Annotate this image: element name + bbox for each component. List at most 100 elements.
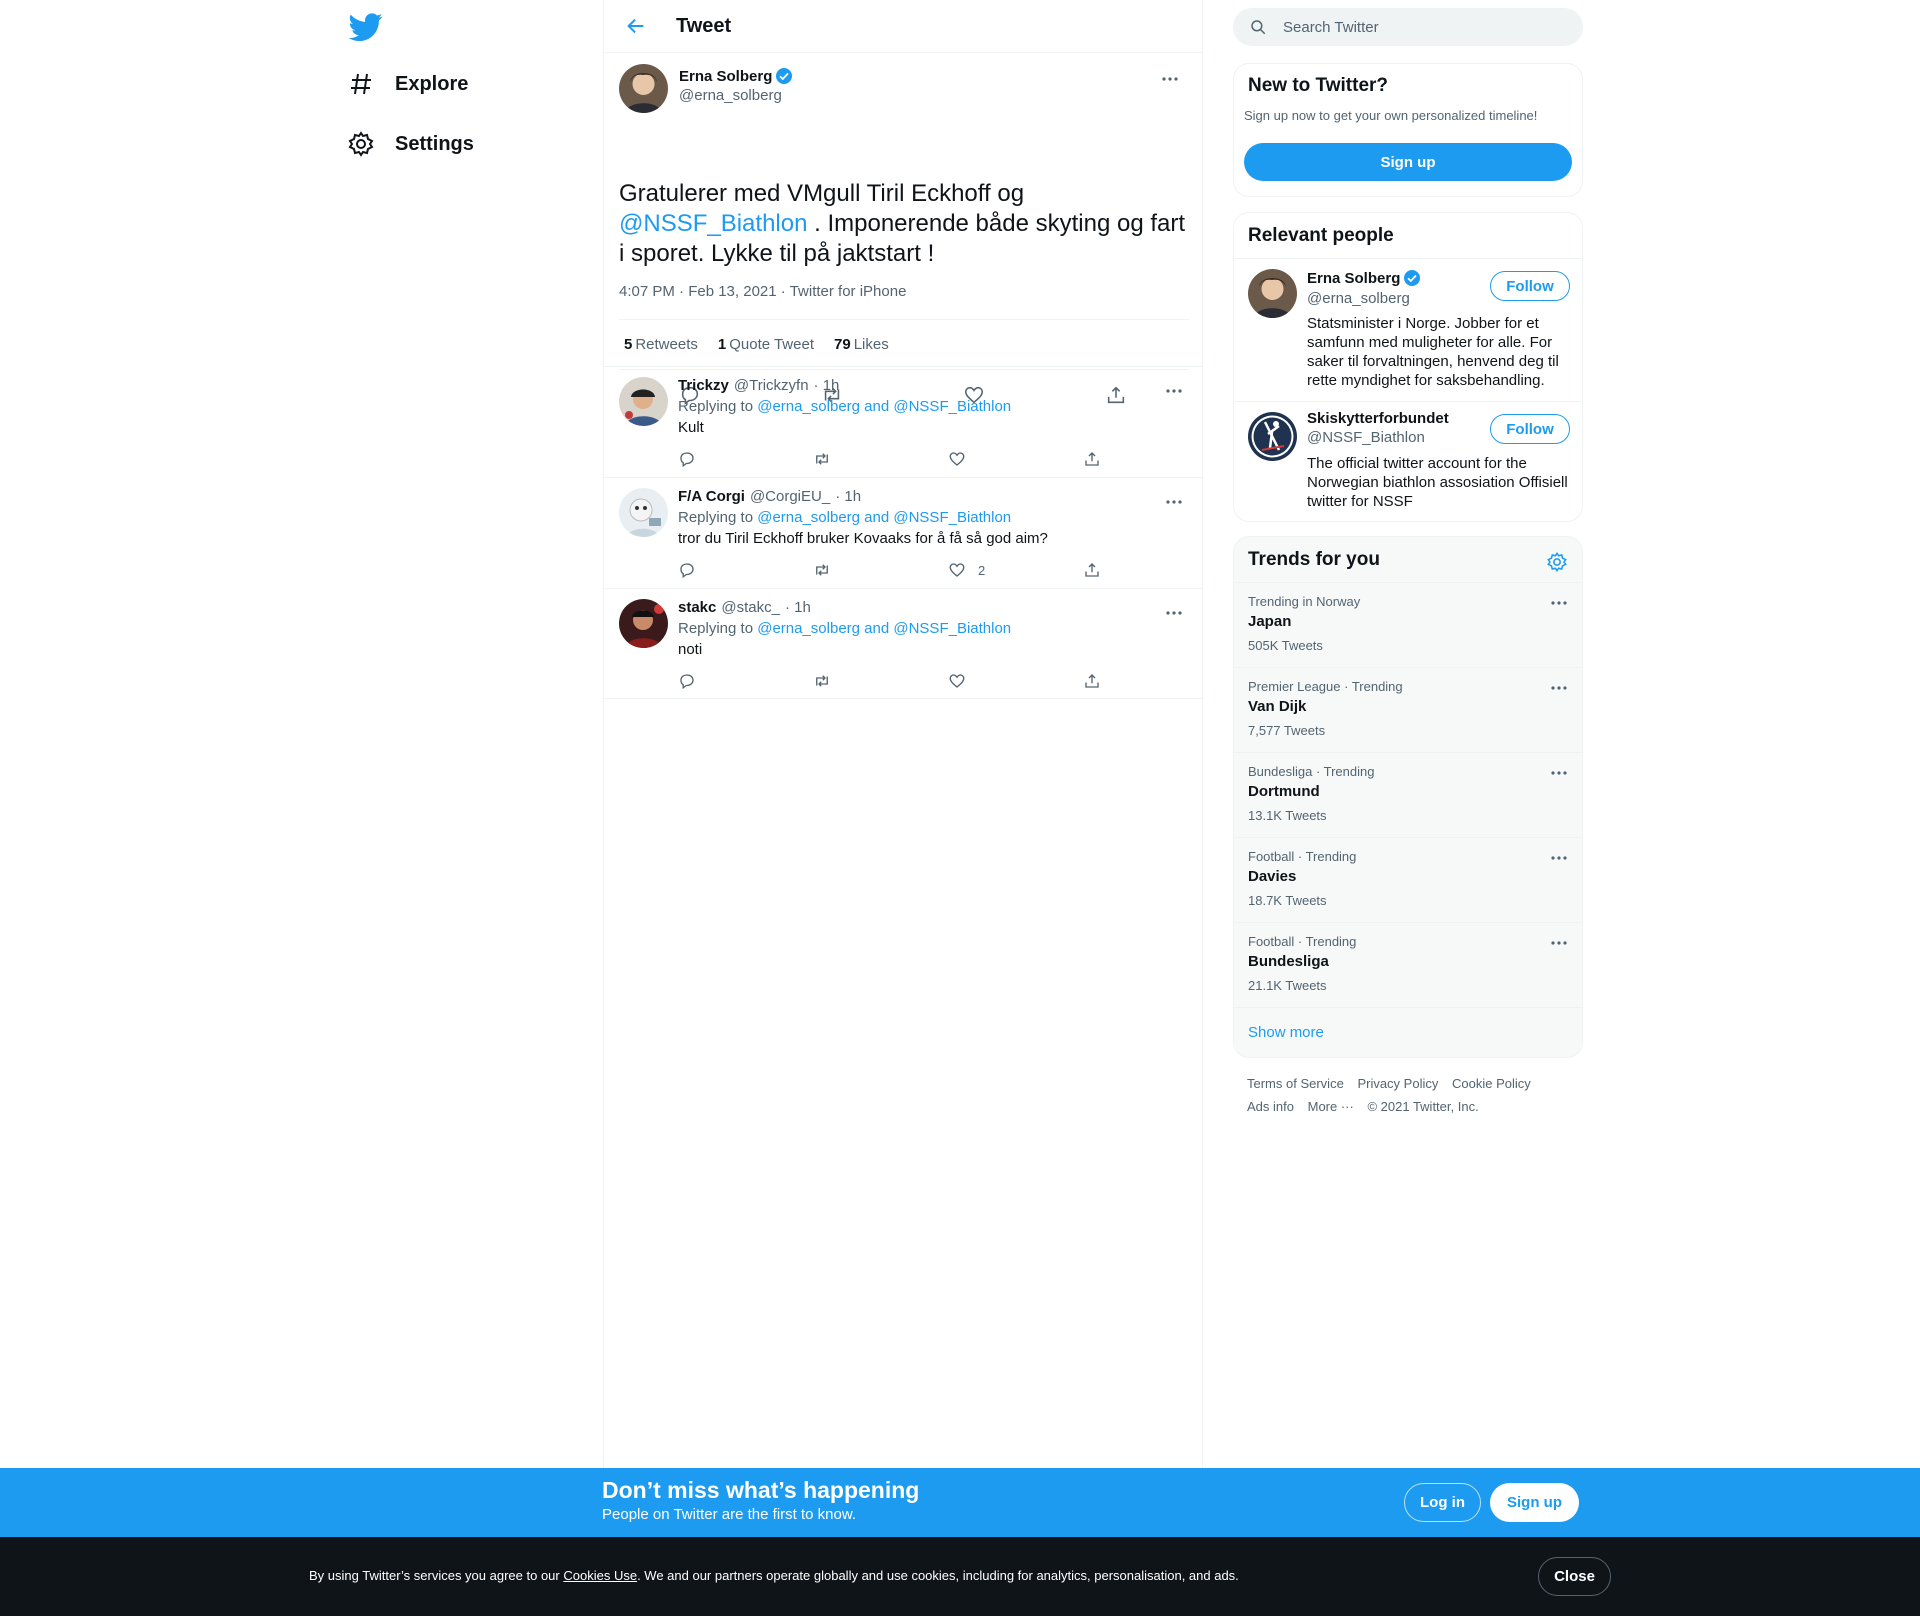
person-handle[interactable]: @NSSF_Biathlon — [1307, 429, 1425, 446]
like-button[interactable] — [948, 449, 1083, 469]
privacy-link[interactable]: Privacy Policy — [1357, 1076, 1438, 1091]
reply-author-handle[interactable]: @stakc_ — [721, 599, 780, 616]
verified-badge-icon — [775, 67, 793, 85]
quotes-stat[interactable]: 1 Quote Tweet — [718, 336, 814, 353]
terms-link[interactable]: Terms of Service — [1247, 1076, 1344, 1091]
trend-item[interactable]: Football · Trending Davies 18.7K Tweets — [1234, 837, 1582, 922]
heart-icon — [949, 452, 965, 466]
trend-item[interactable]: Bundesliga · Trending Dortmund 13.1K Twe… — [1234, 752, 1582, 837]
person-item[interactable]: Skiskytterforbundet @NSSF_Biathlon Follo… — [1234, 401, 1582, 521]
reply-time[interactable]: · 1h — [814, 377, 840, 394]
more-link[interactable]: More ··· — [1308, 1099, 1354, 1114]
close-button[interactable]: Close — [1538, 1557, 1611, 1596]
trend-context: Premier League · Trending — [1248, 679, 1403, 694]
more-options-icon[interactable] — [1157, 490, 1191, 514]
reply-button[interactable] — [678, 449, 813, 469]
reply-tweet[interactable]: Trickzy @Trickzyfn · 1h Replying to @ern… — [604, 366, 1202, 477]
show-more-link[interactable]: Show more — [1248, 1024, 1324, 1041]
sign-up-button[interactable]: Sign up — [1244, 143, 1572, 181]
nav-settings[interactable]: Settings — [347, 120, 474, 168]
trend-name: Davies — [1248, 868, 1297, 885]
trends-settings-gear-icon[interactable] — [1546, 551, 1568, 573]
reply-button[interactable] — [678, 560, 813, 580]
person-name[interactable]: Erna Solberg — [1307, 269, 1421, 287]
main-tweet: Erna Solberg @erna_solberg Gratulerer me… — [604, 53, 1202, 405]
tweet-source[interactable]: Twitter for iPhone — [790, 283, 907, 300]
trends-card: Trends for you Trending in Norway Japan … — [1233, 536, 1583, 1058]
avatar[interactable] — [619, 599, 668, 648]
more-options-icon[interactable] — [1157, 601, 1191, 625]
retweet-button[interactable] — [813, 449, 948, 469]
reply-author-handle[interactable]: @CorgiEU_ — [750, 488, 830, 505]
nav-explore[interactable]: Explore — [347, 60, 468, 108]
trend-item[interactable]: Trending in Norway Japan 505K Tweets — [1234, 582, 1582, 667]
like-button[interactable]: 2 — [948, 560, 1083, 580]
retweet-icon — [816, 675, 828, 687]
reply-author-handle[interactable]: @Trickzyfn — [734, 377, 809, 394]
more-options-icon[interactable] — [1153, 67, 1187, 91]
reply-tweet[interactable]: stakc @stakc_ · 1h Replying to @erna_sol… — [604, 588, 1202, 699]
reply-button[interactable] — [678, 671, 813, 691]
replying-to-link[interactable]: @erna_solberg and @NSSF_Biathlon — [757, 509, 1011, 526]
author-handle[interactable]: @erna_solberg — [679, 87, 782, 104]
person-name[interactable]: Skiskytterforbundet — [1307, 410, 1449, 427]
reply-header: Trickzy @Trickzyfn · 1h — [678, 377, 839, 394]
cookie-policy-link[interactable]: Cookie Policy — [1452, 1076, 1531, 1091]
more-options-icon[interactable] — [1542, 761, 1576, 785]
twitter-logo-icon[interactable] — [349, 10, 383, 44]
back-button[interactable] — [618, 8, 654, 44]
share-button[interactable] — [1083, 449, 1218, 469]
log-in-button[interactable]: Log in — [1404, 1483, 1481, 1522]
more-options-icon[interactable] — [1157, 379, 1191, 403]
trend-name: Japan — [1248, 613, 1292, 630]
trend-name: Bundesliga — [1248, 953, 1329, 970]
mention-link[interactable]: @NSSF_Biathlon — [619, 210, 807, 237]
relevant-people-card: Relevant people Erna Solberg @erna_solbe… — [1233, 212, 1583, 522]
person-item[interactable]: Erna Solberg @erna_solberg Follow Statsm… — [1234, 258, 1582, 401]
retweet-button[interactable] — [813, 671, 948, 691]
reply-tweet[interactable]: F/A Corgi @CorgiEU_ · 1h Replying to @er… — [604, 477, 1202, 588]
ads-info-link[interactable]: Ads info — [1247, 1099, 1294, 1114]
avatar[interactable] — [1248, 412, 1297, 461]
like-button[interactable] — [948, 671, 1083, 691]
more-options-icon[interactable] — [1542, 676, 1576, 700]
reply-time[interactable]: · 1h — [835, 488, 861, 505]
card-title: Trends for you — [1248, 549, 1380, 570]
replying-to-link[interactable]: @erna_solberg and @NSSF_Biathlon — [757, 398, 1011, 415]
likes-stat[interactable]: 79 Likes — [834, 336, 889, 353]
retweets-stat[interactable]: 5 Retweets — [624, 336, 698, 353]
more-options-icon[interactable] — [1542, 591, 1576, 615]
avatar[interactable] — [619, 64, 668, 113]
trend-item[interactable]: Football · Trending Bundesliga 21.1K Twe… — [1234, 922, 1582, 1007]
reply-author-name[interactable]: Trickzy — [678, 377, 729, 394]
tweet-timestamp[interactable]: 4:07 PM · Feb 13, 2021 — [619, 283, 777, 300]
card-title: Relevant people — [1248, 225, 1394, 246]
avatar[interactable] — [619, 488, 668, 537]
avatar[interactable] — [1248, 269, 1297, 318]
tweet-column: Tweet Erna Solberg @erna_solberg Gratule… — [603, 0, 1203, 1468]
trend-context: Football · Trending — [1248, 934, 1357, 949]
search-box[interactable] — [1233, 8, 1583, 46]
more-options-icon[interactable] — [1542, 846, 1576, 870]
card-subtitle: Sign up now to get your own personalized… — [1244, 108, 1538, 123]
reply-author-name[interactable]: F/A Corgi — [678, 488, 745, 505]
replying-to-link[interactable]: @erna_solberg and @NSSF_Biathlon — [757, 620, 1011, 637]
share-button[interactable] — [1083, 671, 1218, 691]
share-button[interactable] — [1083, 560, 1218, 580]
more-options-icon[interactable] — [1542, 931, 1576, 955]
nav-settings-label: Settings — [395, 132, 474, 155]
avatar[interactable] — [619, 377, 668, 426]
cookies-use-link[interactable]: Cookies Use — [563, 1568, 637, 1583]
trend-count: 505K Tweets — [1248, 638, 1323, 653]
retweet-button[interactable] — [813, 560, 948, 580]
reply-author-name[interactable]: stakc — [678, 599, 716, 616]
author-name[interactable]: Erna Solberg — [679, 67, 793, 85]
trend-item[interactable]: Premier League · Trending Van Dijk 7,577… — [1234, 667, 1582, 752]
sign-up-button[interactable]: Sign up — [1490, 1483, 1579, 1522]
search-input[interactable] — [1283, 18, 1563, 36]
reply-header: F/A Corgi @CorgiEU_ · 1h — [678, 488, 861, 505]
reply-time[interactable]: · 1h — [785, 599, 811, 616]
follow-button[interactable]: Follow — [1490, 271, 1570, 301]
person-handle[interactable]: @erna_solberg — [1307, 290, 1410, 307]
follow-button[interactable]: Follow — [1490, 414, 1570, 444]
